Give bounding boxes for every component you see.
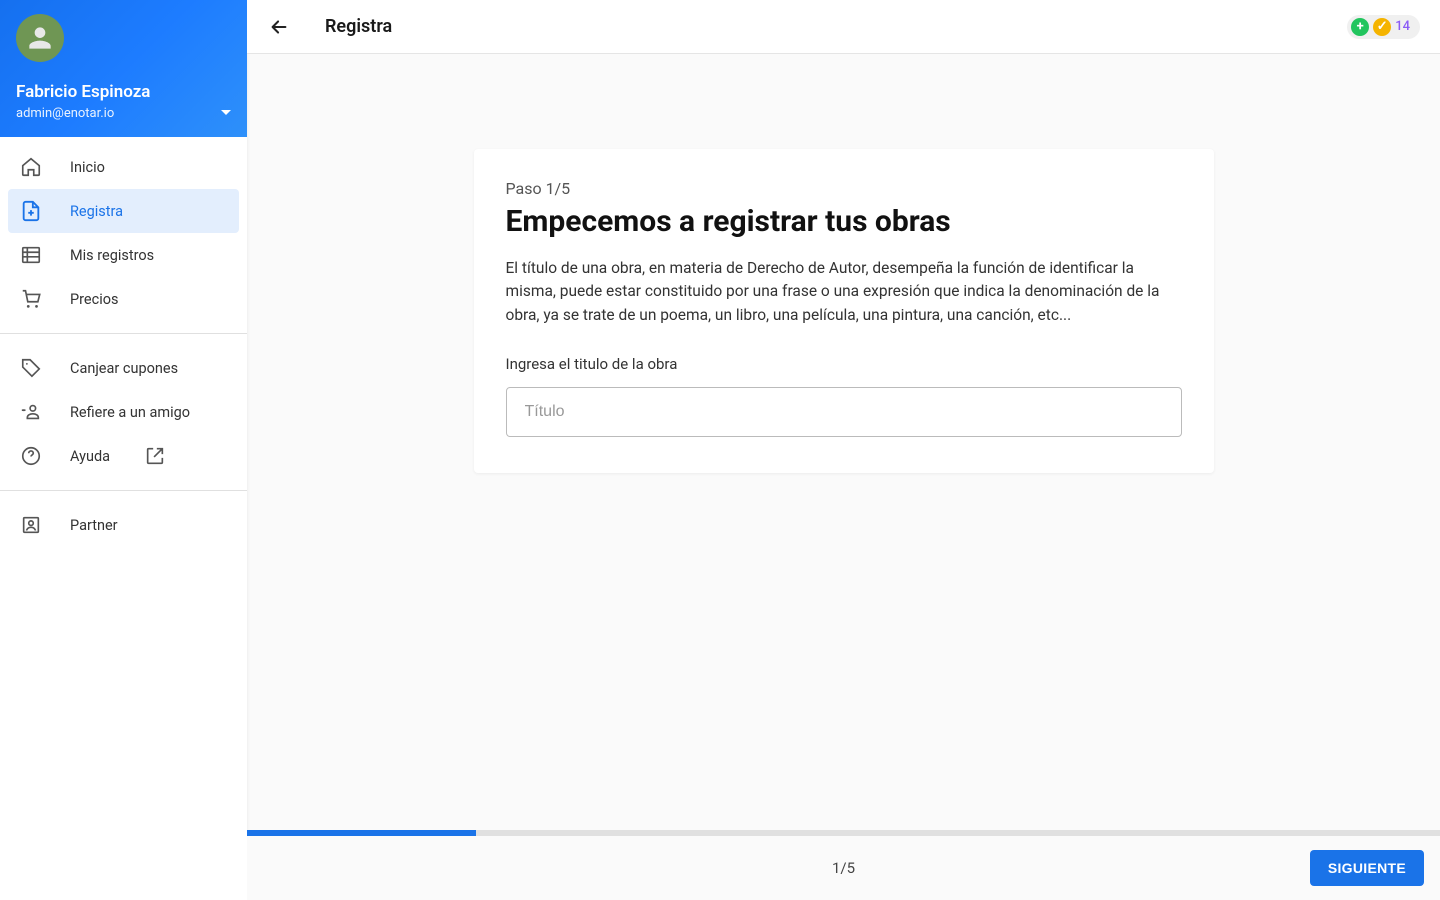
topbar: Registra + ✓ 14: [247, 0, 1440, 54]
divider: [0, 333, 247, 334]
sidebar-item-label: Partner: [70, 517, 118, 534]
user-name: Fabricio Espinoza: [16, 82, 150, 102]
avatar[interactable]: [16, 14, 64, 62]
person-icon: [24, 22, 56, 54]
sidebar-header: Fabricio Espinoza admin@enotar.io: [0, 0, 247, 137]
help-icon: [20, 445, 42, 467]
sidebar-item-partner[interactable]: Partner: [0, 503, 247, 547]
card-description: El título de una obra, en materia de Der…: [506, 257, 1182, 327]
sidebar-item-inicio[interactable]: Inicio: [0, 145, 247, 189]
user-email: admin@enotar.io: [16, 106, 150, 121]
nav-primary: Inicio Registra Mis registros Precios: [0, 137, 247, 329]
register-icon: [20, 200, 42, 222]
sidebar-item-label: Ayuda: [70, 448, 110, 465]
card-title: Empecemos a registrar tus obras: [506, 204, 1182, 239]
chevron-down-icon: [221, 110, 231, 115]
partner-icon: [20, 514, 42, 536]
external-link-icon: [144, 445, 166, 467]
arrow-left-icon: [268, 16, 290, 38]
nav-tertiary: Partner: [0, 495, 247, 555]
home-icon: [20, 156, 42, 178]
sidebar-item-canjear[interactable]: Canjear cupones: [0, 346, 247, 390]
coins-pill[interactable]: + ✓ 14: [1347, 15, 1420, 39]
group-add-icon: [20, 401, 42, 423]
divider: [0, 490, 247, 491]
next-button[interactable]: SIGUIENTE: [1310, 850, 1424, 886]
footer: 1/5 SIGUIENTE: [247, 836, 1440, 900]
sidebar-item-label: Registra: [70, 203, 123, 220]
list-icon: [20, 244, 42, 266]
nav-secondary: Canjear cupones Refiere a un amigo Ayuda: [0, 338, 247, 486]
input-label: Ingresa el titulo de la obra: [506, 355, 1182, 373]
back-button[interactable]: [267, 15, 291, 39]
tag-icon: [20, 357, 42, 379]
content: Paso 1/5 Empecemos a registrar tus obras…: [247, 54, 1440, 900]
sidebar-item-refiere[interactable]: Refiere a un amigo: [0, 390, 247, 434]
sidebar-item-registra[interactable]: Registra: [8, 189, 239, 233]
sidebar-item-label: Canjear cupones: [70, 360, 178, 377]
sidebar-item-precios[interactable]: Precios: [0, 277, 247, 321]
sidebar-item-label: Refiere a un amigo: [70, 404, 190, 421]
title-input[interactable]: [506, 387, 1182, 437]
page-title: Registra: [325, 16, 392, 37]
sidebar-item-label: Inicio: [70, 159, 105, 176]
step-label: Paso 1/5: [506, 179, 1182, 198]
sidebar-item-mis-registros[interactable]: Mis registros: [0, 233, 247, 277]
coin-icon: ✓: [1373, 18, 1391, 36]
plus-badge: +: [1351, 18, 1369, 36]
sidebar-item-ayuda[interactable]: Ayuda: [0, 434, 247, 478]
sidebar-item-label: Precios: [70, 291, 118, 308]
sidebar-item-label: Mis registros: [70, 247, 154, 264]
user-row[interactable]: Fabricio Espinoza admin@enotar.io: [16, 82, 231, 121]
footer-step: 1/5: [832, 859, 855, 877]
sidebar: Fabricio Espinoza admin@enotar.io Inicio…: [0, 0, 247, 900]
coins-count: 14: [1395, 19, 1410, 34]
form-card: Paso 1/5 Empecemos a registrar tus obras…: [474, 149, 1214, 473]
cart-icon: [20, 288, 42, 310]
main-area: Registra + ✓ 14 Paso 1/5 Empecemos a reg…: [247, 0, 1440, 900]
